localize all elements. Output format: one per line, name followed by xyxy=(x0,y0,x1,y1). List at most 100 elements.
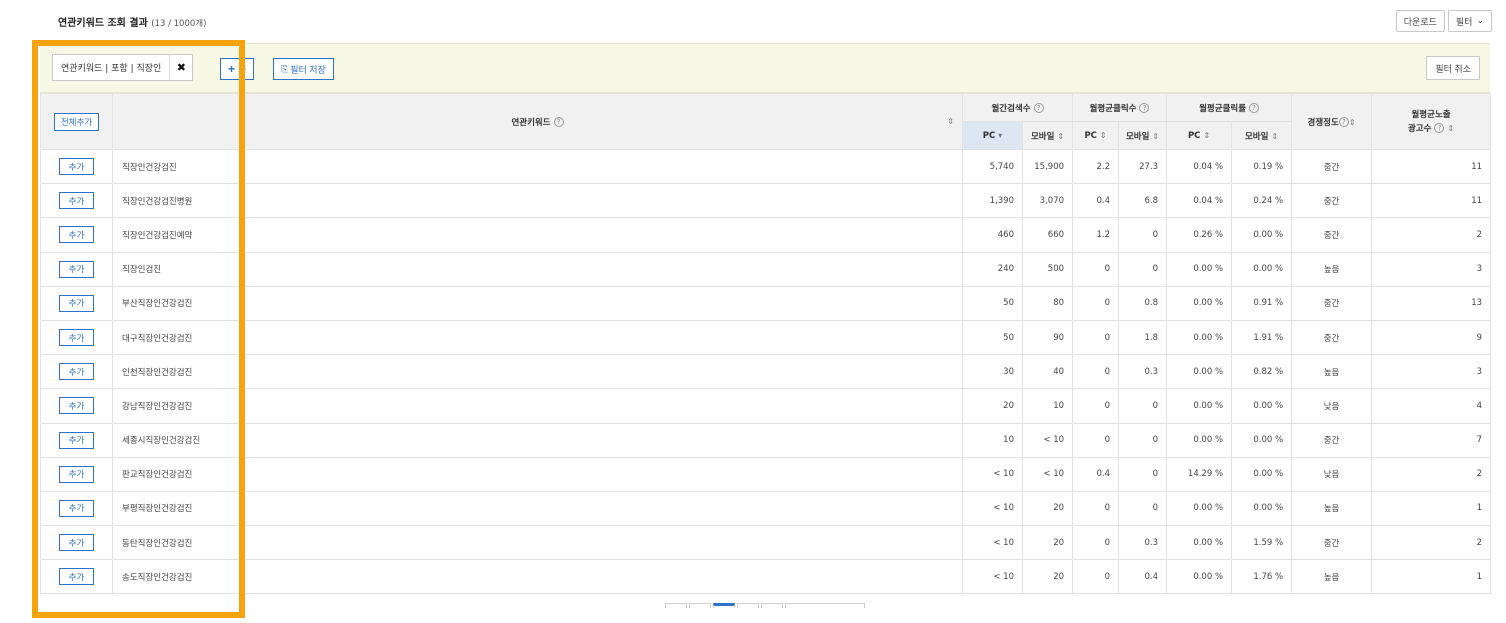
cell-ctr-pc: 0.00 % xyxy=(1166,559,1233,595)
keyword-link[interactable]: 직장인건강검진예약 xyxy=(112,217,963,253)
keyword-link[interactable]: 부평직장인건강검진 xyxy=(112,490,963,527)
cell-search-pc: 10 xyxy=(962,422,1023,458)
col-avg-clicks: 월평균클릭수 ? xyxy=(1072,93,1168,122)
save-filter-button[interactable]: ⎘ 필터 저장 xyxy=(273,58,334,80)
row-add-button[interactable]: 추가 xyxy=(59,226,94,244)
sort-icon[interactable]: ⇕ xyxy=(1447,124,1454,133)
sub-col-pc-label: PC xyxy=(1084,130,1097,141)
cell-search-pc: 20 xyxy=(962,388,1023,424)
sub-col-search-mobile[interactable]: 모바일 ⇕ xyxy=(1021,121,1074,150)
cell-ctr-mobile: 0.19 % xyxy=(1231,148,1293,185)
col-ad-count-label-2: 광고수 xyxy=(1407,123,1432,134)
cell-ctr-mobile: 1.59 % xyxy=(1231,525,1293,561)
row-add-cell: 추가 xyxy=(40,559,113,595)
page-button[interactable] xyxy=(665,603,687,608)
row-add-button[interactable]: 추가 xyxy=(59,294,94,312)
cell-clicks-pc: 0 xyxy=(1072,388,1120,424)
cell-competition: 중간 xyxy=(1291,148,1373,185)
row-add-button[interactable]: 추가 xyxy=(59,363,94,381)
sort-icon[interactable]: ⇕ xyxy=(1349,118,1356,127)
page-button-active[interactable] xyxy=(713,603,735,608)
row-add-button[interactable]: 추가 xyxy=(59,329,94,347)
results-title: 연관키워드 조회 결과 (13 / 1000개) xyxy=(58,14,206,29)
sub-col-search-pc[interactable]: PC ▾ xyxy=(962,121,1023,150)
row-add-button[interactable]: 추가 xyxy=(59,260,94,278)
cell-ctr-mobile: 0.00 % xyxy=(1231,388,1293,424)
cell-search-mobile: 20 xyxy=(1021,525,1074,561)
all-add-button[interactable]: 전체추가 xyxy=(53,112,100,131)
sort-icon[interactable]: ⇕ xyxy=(947,117,954,126)
cell-search-mobile: 500 xyxy=(1021,251,1074,287)
cell-search-mobile: 80 xyxy=(1021,285,1074,321)
keyword-link[interactable]: 직장인건강검진병원 xyxy=(112,183,963,219)
keyword-link[interactable]: 동탄직장인건강검진 xyxy=(112,525,963,561)
cell-clicks-pc: 0.4 xyxy=(1072,456,1120,492)
sub-col-mobile-label: 모바일 xyxy=(1125,131,1150,142)
filter-button[interactable]: 필터 ⌄ xyxy=(1447,10,1492,32)
cell-competition: 낮음 xyxy=(1291,388,1373,424)
sub-col-clicks-pc[interactable]: PC ⇕ xyxy=(1072,121,1120,150)
page-size-select[interactable] xyxy=(785,603,865,608)
help-icon[interactable]: ? xyxy=(1434,123,1445,133)
keyword-link[interactable]: 인천직장인건강검진 xyxy=(112,354,963,390)
keyword-link[interactable]: 송도직장인건강검진 xyxy=(112,559,963,595)
keyword-link[interactable]: 강남직장인건강검진 xyxy=(112,388,963,424)
page-button[interactable] xyxy=(761,603,783,608)
col-competition-label: 경쟁정도 xyxy=(1307,117,1339,128)
cancel-filter-button[interactable]: 필터 취소 xyxy=(1426,56,1480,80)
close-icon[interactable]: ✖ xyxy=(170,55,192,80)
cell-clicks-mobile: 0 xyxy=(1118,456,1168,492)
row-add-button[interactable]: 추가 xyxy=(59,192,94,210)
cell-clicks-pc: 0.4 xyxy=(1072,183,1120,219)
row-add-button[interactable]: 추가 xyxy=(59,465,94,483)
filter-chip[interactable]: 연관키워드 | 포함 | 직장인 ✖ xyxy=(52,54,194,81)
cell-clicks-mobile: 0.4 xyxy=(1118,559,1168,595)
cell-competition: 중간 xyxy=(1291,525,1373,561)
sub-col-clicks-mobile[interactable]: 모바일 ⇕ xyxy=(1118,121,1168,150)
help-icon[interactable]: ? xyxy=(553,117,564,127)
keyword-link[interactable]: 부산직장인건강검진 xyxy=(112,285,963,321)
sub-col-mobile-label: 모바일 xyxy=(1030,131,1055,142)
help-icon[interactable]: ? xyxy=(1139,103,1150,113)
keyword-link[interactable]: 세종시직장인건강검진 xyxy=(112,422,963,458)
sort-desc-icon: ▾ xyxy=(998,130,1003,140)
cell-ad-count: 1 xyxy=(1371,559,1492,595)
row-add-button[interactable]: 추가 xyxy=(59,397,94,415)
plus-icon: + xyxy=(228,62,236,76)
cell-search-pc: < 10 xyxy=(962,456,1023,492)
col-ad-count[interactable]: 월평균노출 광고수 ? ⇕ xyxy=(1371,93,1492,150)
keyword-link[interactable]: 대구직장인건강검진 xyxy=(112,319,963,356)
row-add-button[interactable]: 추가 xyxy=(59,568,94,586)
cell-clicks-mobile: 0.8 xyxy=(1118,285,1168,321)
add-filter-button[interactable]: + 가 xyxy=(220,58,255,80)
page-button[interactable] xyxy=(737,603,759,608)
cell-clicks-mobile: 0 xyxy=(1118,422,1168,458)
help-icon[interactable]: ? xyxy=(1033,103,1044,113)
keyword-link[interactable]: 직장인건강검진 xyxy=(112,148,963,185)
cell-search-pc: 240 xyxy=(962,251,1023,287)
cell-search-mobile: 10 xyxy=(1021,388,1074,424)
download-button[interactable]: 다운로드 xyxy=(1395,10,1445,32)
cell-ad-count: 13 xyxy=(1371,285,1492,321)
help-icon[interactable]: ? xyxy=(1338,117,1349,127)
keyword-link[interactable]: 직장인검진 xyxy=(112,251,963,287)
page-button[interactable] xyxy=(689,603,711,608)
results-title-text: 연관키워드 조회 결과 xyxy=(58,17,148,29)
row-add-button[interactable]: 추가 xyxy=(59,158,94,176)
sub-col-ctr-pc[interactable]: PC ⇕ xyxy=(1166,121,1233,150)
col-keyword[interactable]: 연관키워드 ? ⇕ xyxy=(112,93,963,150)
sort-icon: ⇕ xyxy=(1152,131,1160,141)
col-avg-clicks-label: 월평균클릭수 xyxy=(1089,103,1137,114)
all-add-cell: 전체추가 xyxy=(40,93,113,150)
help-icon[interactable]: ? xyxy=(1248,103,1259,113)
cell-search-mobile: 40 xyxy=(1021,354,1074,390)
row-add-button[interactable]: 추가 xyxy=(59,534,94,552)
keyword-link[interactable]: 판교직장인건강검진 xyxy=(112,456,963,492)
sub-col-ctr-mobile[interactable]: 모바일 ⇕ xyxy=(1231,121,1293,150)
row-add-button[interactable]: 추가 xyxy=(59,431,94,449)
row-add-cell: 추가 xyxy=(40,456,113,492)
col-competition[interactable]: 경쟁정도? ⇕ xyxy=(1291,93,1373,150)
row-add-button[interactable]: 추가 xyxy=(59,499,94,517)
col-monthly-search-label: 월간검색수 xyxy=(991,103,1031,114)
cell-ctr-mobile: 0.00 % xyxy=(1231,251,1293,287)
